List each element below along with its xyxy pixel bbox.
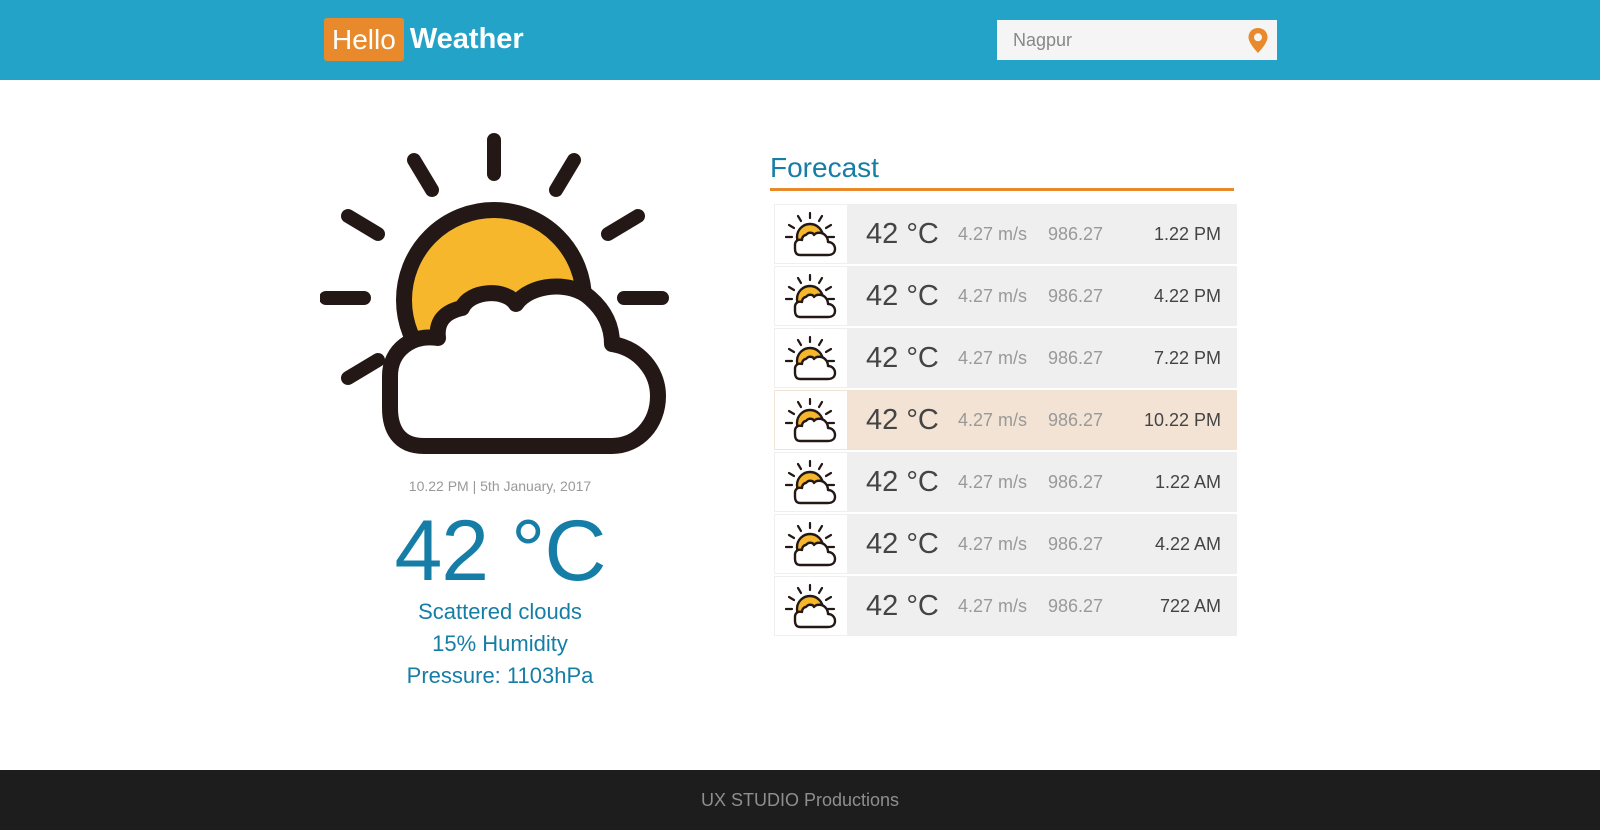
top-bar: Hello Weather xyxy=(0,0,1600,80)
forecast-wind-speed: 4.27 m/s xyxy=(958,285,1028,306)
forecast-wind-speed: 4.27 m/s xyxy=(958,347,1028,368)
current-pressure: Pressure: 1103hPa xyxy=(406,663,594,688)
forecast-pressure: 986.27 xyxy=(1048,347,1104,368)
forecast-pressure: 986.27 xyxy=(1048,471,1104,492)
forecast-pressure: 986.27 xyxy=(1048,409,1104,430)
forecast-pressure: 986.27 xyxy=(1048,595,1104,616)
forecast-row[interactable]: 42 °C 4.27 m/s 986.27 1.22 AM xyxy=(774,452,1237,512)
logo[interactable]: Hello Weather xyxy=(324,18,524,61)
forecast-wind-speed: 4.27 m/s xyxy=(958,595,1028,616)
forecast-temperature: 42 °C xyxy=(866,589,939,622)
forecast-temperature: 42 °C xyxy=(866,403,939,436)
forecast-pressure: 986.27 xyxy=(1048,223,1104,244)
forecast-pressure: 986.27 xyxy=(1048,285,1104,306)
forecast-divider xyxy=(770,188,1234,191)
forecast-temperature: 42 °C xyxy=(866,465,939,498)
forecast-temperature: 42 °C xyxy=(866,527,939,560)
forecast-row[interactable]: 42 °C 4.27 m/s 986.27 4.22 AM xyxy=(774,514,1237,574)
city-search-input[interactable] xyxy=(997,20,1227,60)
sun-behind-cloud-icon xyxy=(775,329,847,387)
forecast-row[interactable]: 42 °C 4.27 m/s 986.27 722 AM xyxy=(774,576,1237,636)
city-search xyxy=(997,20,1277,60)
logo-hello: Hello xyxy=(324,18,404,61)
forecast-time: 4.22 AM xyxy=(1154,533,1221,554)
forecast-temperature: 42 °C xyxy=(866,341,939,374)
current-humidity: 15% Humidity xyxy=(432,631,568,656)
sun-behind-cloud-icon xyxy=(775,453,847,511)
sun-behind-cloud-icon xyxy=(320,133,669,454)
forecast-time: 1.22 AM xyxy=(1154,471,1221,492)
current-datetime: 10.22 PM | 5th January, 2017 xyxy=(408,478,592,494)
footer: UX STUDIO Productions xyxy=(0,770,1600,830)
sun-behind-cloud-icon xyxy=(775,267,847,325)
forecast-row[interactable]: 42 °C 4.27 m/s 986.27 7.22 PM xyxy=(774,328,1237,388)
current-weather: 10.22 PM | 5th January, 2017 42 °C Scatt… xyxy=(300,478,700,692)
forecast-list: 42 °C 4.27 m/s 986.27 1.22 PM 42 °C 4.27… xyxy=(774,204,1237,638)
sun-behind-cloud-icon xyxy=(775,391,847,449)
sun-behind-cloud-icon xyxy=(775,577,847,635)
forecast-wind-speed: 4.27 m/s xyxy=(958,409,1028,430)
logo-weather: Weather xyxy=(409,23,524,55)
forecast-row[interactable]: 42 °C 4.27 m/s 986.27 4.22 PM xyxy=(774,266,1237,326)
forecast-row[interactable]: 42 °C 4.27 m/s 986.27 10.22 PM xyxy=(774,390,1237,450)
forecast-time: 1.22 PM xyxy=(1153,223,1221,244)
footer-text: UX STUDIO Productions xyxy=(700,790,900,810)
sun-behind-cloud-icon xyxy=(775,205,847,263)
forecast-wind-speed: 4.27 m/s xyxy=(958,223,1028,244)
forecast-time: 4.22 PM xyxy=(1153,285,1221,306)
forecast-pressure: 986.27 xyxy=(1048,533,1104,554)
forecast-time: 722 AM xyxy=(1159,595,1221,616)
location-pin-icon[interactable] xyxy=(1247,27,1269,54)
forecast-wind-speed: 4.27 m/s xyxy=(958,471,1028,492)
sun-behind-cloud-icon xyxy=(775,515,847,573)
forecast-time: 10.22 PM xyxy=(1143,409,1221,430)
forecast-temperature: 42 °C xyxy=(866,217,939,250)
current-condition: Scattered clouds xyxy=(418,599,582,624)
forecast-temperature: 42 °C xyxy=(866,279,939,312)
forecast-wind-speed: 4.27 m/s xyxy=(958,533,1028,554)
forecast-time: 7.22 PM xyxy=(1153,347,1221,368)
forecast-title: Forecast xyxy=(770,152,879,183)
current-temperature: 42 °C xyxy=(394,503,606,599)
forecast-row[interactable]: 42 °C 4.27 m/s 986.27 1.22 PM xyxy=(774,204,1237,264)
